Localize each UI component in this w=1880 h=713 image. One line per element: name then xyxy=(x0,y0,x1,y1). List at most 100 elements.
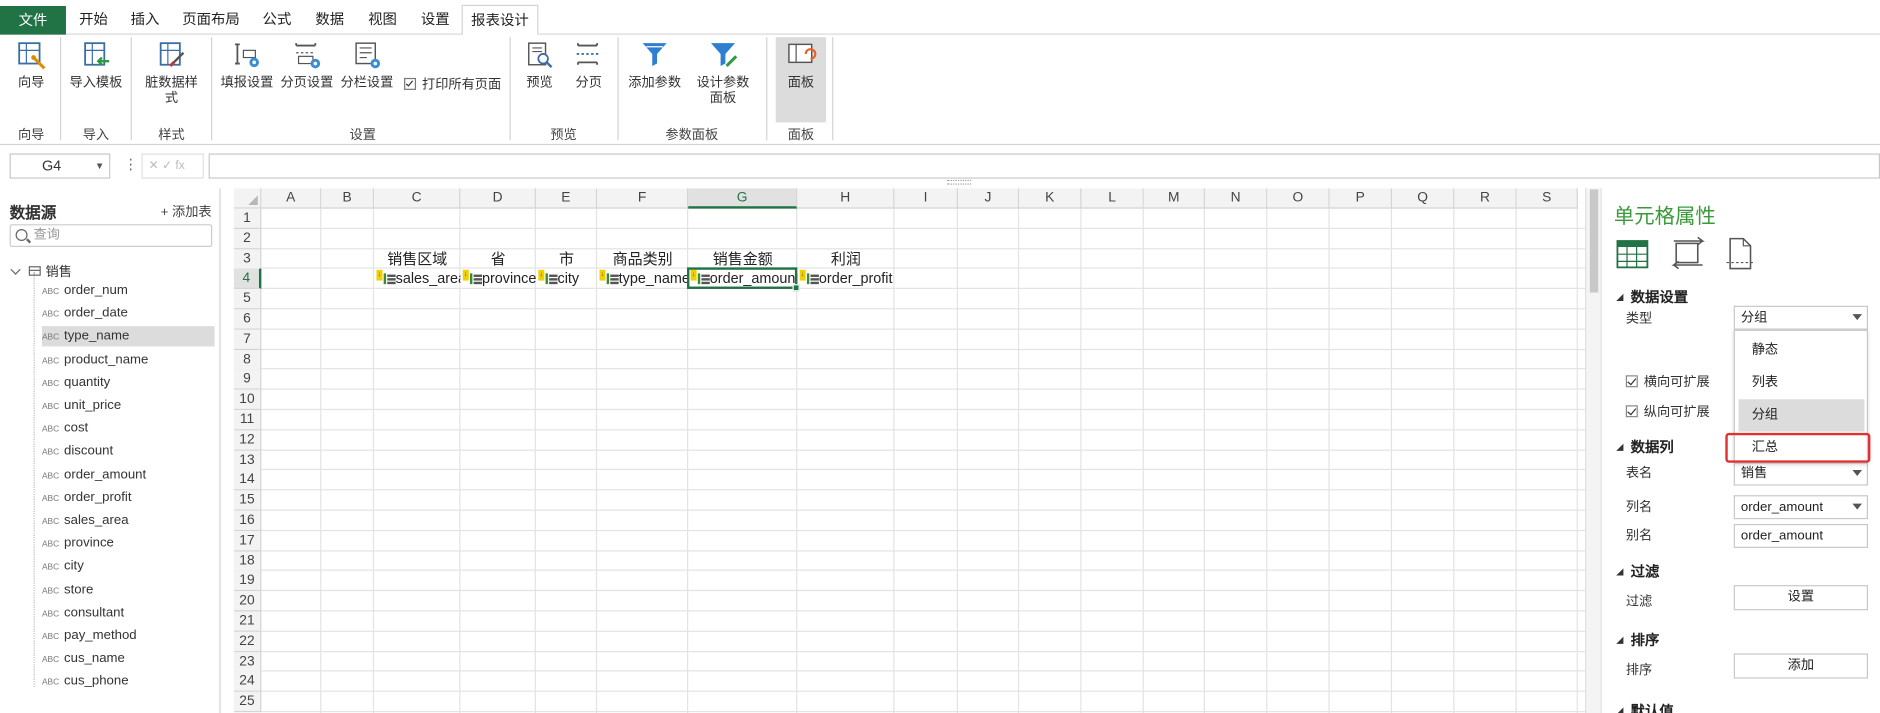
row-header-17[interactable]: 17 xyxy=(233,530,262,552)
select-all-corner[interactable] xyxy=(233,188,262,209)
alias-input[interactable]: order_amount xyxy=(1733,523,1869,548)
row-header-24[interactable]: 24 xyxy=(233,671,262,693)
column-header-e[interactable]: E xyxy=(535,188,598,209)
datasource-field-discount[interactable]: ABC discount xyxy=(42,442,215,462)
vertical-expand-checkbox[interactable]: 纵向可扩展 xyxy=(1625,402,1710,421)
cell-table-icon[interactable] xyxy=(1616,239,1650,270)
column-header-d[interactable]: D xyxy=(460,188,536,209)
datasource-field-pay-method[interactable]: ABC pay_method xyxy=(42,626,215,646)
preview-button[interactable]: 预览 xyxy=(518,40,561,92)
menu-tab-data[interactable]: 数据 xyxy=(307,5,353,35)
wizard-button[interactable]: 向导 xyxy=(10,40,53,92)
datasource-field-unit-price[interactable]: ABC unit_price xyxy=(42,396,215,416)
tree-table-node[interactable]: 销售 xyxy=(10,261,72,280)
row-header-3[interactable]: 3 xyxy=(233,248,262,270)
dirty-style-button[interactable]: 脏数据样式 xyxy=(139,40,204,107)
column-header-f[interactable]: F xyxy=(597,188,689,209)
datasource-search-input[interactable]: 查询 xyxy=(9,224,213,247)
column-header-b[interactable]: B xyxy=(321,188,375,209)
scrollbar-thumb[interactable] xyxy=(1589,189,1599,293)
column-header-q[interactable]: Q xyxy=(1392,188,1455,209)
add-param-button[interactable]: 添加参数 xyxy=(626,40,684,92)
row-header-4[interactable]: 4 xyxy=(233,269,262,290)
row-header-2[interactable]: 2 xyxy=(233,228,262,250)
row-header-23[interactable]: 23 xyxy=(233,651,262,673)
vertical-scrollbar[interactable] xyxy=(1585,188,1602,713)
formula-input[interactable] xyxy=(208,153,1880,179)
type-option-group[interactable]: 分组 xyxy=(1738,399,1865,432)
datasource-field-order-profit[interactable]: ABC order_profit xyxy=(42,488,215,508)
column-name-select[interactable]: order_amount xyxy=(1733,495,1869,520)
datasource-field-cus-name[interactable]: ABC cus_name xyxy=(42,649,215,669)
menu-tab-formula[interactable]: 公式 xyxy=(254,5,300,35)
header-cell-f3[interactable]: 商品类别 xyxy=(597,249,688,269)
datasource-field-type-name[interactable]: ABC type_name xyxy=(41,326,215,347)
horizontal-expand-checkbox[interactable]: 横向可扩展 xyxy=(1625,372,1710,391)
field-cell-c4[interactable]: ↓ sales_area xyxy=(374,269,460,289)
table-name-select[interactable]: 销售 xyxy=(1733,461,1869,486)
column-header-n[interactable]: N xyxy=(1204,188,1268,209)
datasource-field-consultant[interactable]: ABC consultant xyxy=(42,603,215,623)
row-header-7[interactable]: 7 xyxy=(233,329,262,350)
field-cell-d4[interactable]: ↓ province xyxy=(460,269,536,289)
print-all-pages-checkbox[interactable]: 打印所有页面 xyxy=(404,74,501,93)
datasource-field-store[interactable]: ABC store xyxy=(42,580,215,600)
column-header-l[interactable]: L xyxy=(1081,188,1144,209)
row-header-16[interactable]: 16 xyxy=(233,510,262,532)
column-header-h[interactable]: H xyxy=(797,188,895,209)
menu-tab-settings[interactable]: 设置 xyxy=(412,5,458,35)
fill-settings-button[interactable]: 填报设置 xyxy=(219,40,274,92)
field-cell-e4[interactable]: ↓ city xyxy=(536,269,597,289)
datasource-field-sales-area[interactable]: ABC sales_area xyxy=(42,511,215,531)
row-header-21[interactable]: 21 xyxy=(233,611,262,632)
section-sort[interactable]: 排序 xyxy=(1616,629,1660,649)
row-header-12[interactable]: 12 xyxy=(233,430,262,451)
row-header-15[interactable]: 15 xyxy=(233,490,262,511)
datasource-field-order-date[interactable]: ABC order_date xyxy=(42,304,215,324)
column-header-j[interactable]: J xyxy=(957,188,1020,209)
header-cell-c3[interactable]: 销售区域 xyxy=(374,249,460,269)
header-cell-d3[interactable]: 省 xyxy=(460,249,536,269)
menu-tab-home[interactable]: 开始 xyxy=(70,5,118,35)
section-filter[interactable]: 过滤 xyxy=(1616,561,1660,581)
column-header-p[interactable]: P xyxy=(1329,188,1393,209)
column-header-k[interactable]: K xyxy=(1019,188,1082,209)
chevron-down-icon[interactable] xyxy=(10,264,21,275)
datasource-field-order-amount[interactable]: ABC order_amount xyxy=(42,465,215,485)
row-header-20[interactable]: 20 xyxy=(233,591,262,612)
filter-settings-button[interactable]: 设置 xyxy=(1733,585,1869,611)
field-cell-h4[interactable]: ↓ order_profit xyxy=(797,269,894,289)
menu-tab-insert[interactable]: 插入 xyxy=(122,5,168,35)
type-select[interactable]: 分组 xyxy=(1733,305,1869,330)
datasource-field-province[interactable]: ABC province xyxy=(42,534,215,554)
menu-file[interactable]: 文件 xyxy=(0,5,66,35)
header-cell-h3[interactable]: 利润 xyxy=(797,249,894,269)
menu-tab-view[interactable]: 视图 xyxy=(360,5,406,35)
paging-button[interactable]: 分页 xyxy=(568,40,609,92)
sort-add-button[interactable]: 添加 xyxy=(1733,653,1869,679)
datasource-field-quantity[interactable]: ABC quantity xyxy=(42,373,215,393)
row-header-13[interactable]: 13 xyxy=(233,450,262,471)
page-settings-button[interactable]: 分页设置 xyxy=(279,40,334,92)
row-header-11[interactable]: 11 xyxy=(233,410,262,431)
row-header-6[interactable]: 6 xyxy=(233,309,262,330)
type-option-static[interactable]: 静态 xyxy=(1735,335,1867,367)
column-header-s[interactable]: S xyxy=(1516,188,1578,209)
section-data-settings[interactable]: 数据设置 xyxy=(1616,287,1689,307)
document-icon[interactable] xyxy=(1725,236,1754,272)
design-param-panel-button[interactable]: 设计参数面板 xyxy=(691,40,756,107)
column-header-m[interactable]: M xyxy=(1143,188,1205,209)
section-default-value[interactable]: 默认值 xyxy=(1616,700,1674,713)
menu-tab-report-design[interactable]: 报表设计 xyxy=(461,4,539,36)
row-header-19[interactable]: 19 xyxy=(233,571,262,592)
header-cell-g3[interactable]: 销售金额 xyxy=(688,249,797,269)
fill-handle[interactable] xyxy=(792,284,800,292)
column-header-i[interactable]: I xyxy=(894,188,958,209)
datasource-field-cost[interactable]: ABC cost xyxy=(42,419,215,439)
spreadsheet[interactable]: A B C D E F G H I J K L M N O P Q R S 1 2 3 4 5 6 7 8 9 10 11 12 13 14 15… xyxy=(233,188,1586,713)
row-header-5[interactable]: 5 xyxy=(233,289,262,310)
field-cell-f4[interactable]: ↓ type_name xyxy=(597,269,688,289)
import-template-button[interactable]: 导入模板 xyxy=(67,40,125,92)
datasource-field-city[interactable]: ABC city xyxy=(42,557,215,577)
more-vertical-icon[interactable]: ⋮ xyxy=(123,156,137,173)
